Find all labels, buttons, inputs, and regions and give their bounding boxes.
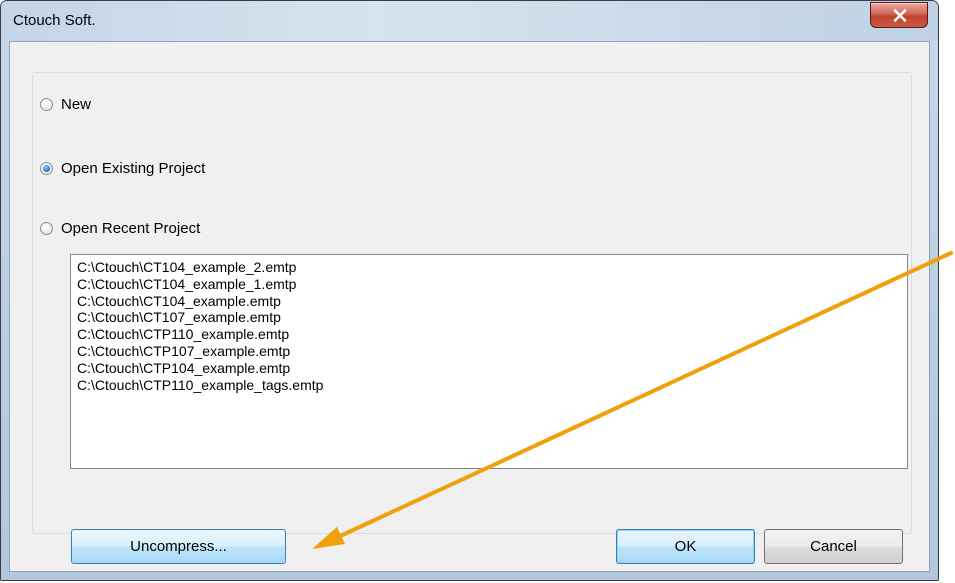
list-item[interactable]: C:\Ctouch\CT104_example_2.emtp: [77, 259, 901, 276]
list-item[interactable]: C:\Ctouch\CT107_example.emtp: [77, 309, 901, 326]
list-item[interactable]: C:\Ctouch\CT104_example_1.emtp: [77, 276, 901, 293]
close-button[interactable]: [870, 2, 928, 28]
list-item[interactable]: C:\Ctouch\CTP104_example.emtp: [77, 360, 901, 377]
window-title: Ctouch Soft.: [13, 12, 96, 29]
new-label: New: [61, 95, 92, 113]
open-recent-radio[interactable]: [40, 221, 53, 235]
open-recent-label: Open Recent Project: [61, 219, 201, 237]
open-existing-label: Open Existing Project: [61, 159, 206, 177]
close-icon: [893, 9, 907, 22]
open-existing-radio[interactable]: [40, 161, 53, 175]
recent-projects-list[interactable]: C:\Ctouch\CT104_example_2.emtp C:\Ctouch…: [70, 254, 908, 469]
list-item[interactable]: C:\Ctouch\CTP107_example.emtp: [77, 343, 901, 360]
open-recent-option[interactable]: Open Recent Project: [40, 217, 200, 239]
list-item[interactable]: C:\Ctouch\CTP110_example.emtp: [77, 326, 901, 343]
cancel-button[interactable]: Cancel: [764, 529, 903, 564]
title-bar[interactable]: Ctouch Soft.: [1, 1, 938, 41]
open-existing-option[interactable]: Open Existing Project: [40, 157, 205, 179]
list-item[interactable]: C:\Ctouch\CTP110_example_tags.emtp: [77, 377, 901, 394]
new-radio[interactable]: [40, 97, 53, 111]
uncompress-button[interactable]: Uncompress...: [71, 529, 286, 564]
new-option[interactable]: New: [40, 93, 91, 115]
ok-button[interactable]: OK: [616, 529, 755, 564]
list-item[interactable]: C:\Ctouch\CT104_example.emtp: [77, 293, 901, 310]
